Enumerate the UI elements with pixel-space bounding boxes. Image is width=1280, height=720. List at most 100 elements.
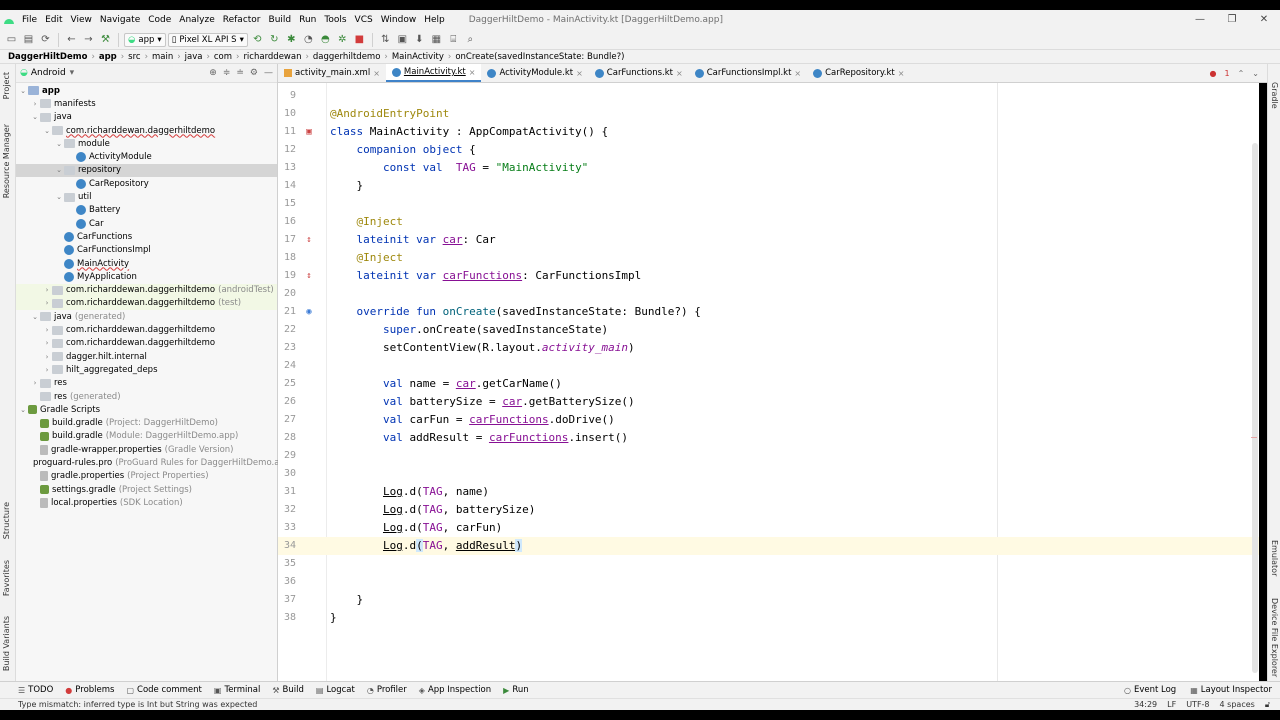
tree-item[interactable]: ⌄ repository — [16, 163, 277, 178]
gutter-marker-icon[interactable]: ↕ — [304, 235, 314, 245]
layout-inspector-icon[interactable]: ⌸ — [446, 32, 461, 47]
minimize-button[interactable]: — — [1184, 10, 1216, 30]
code-line[interactable]: 10 @AndroidEntryPoint — [278, 105, 1259, 123]
gutter-marker-icon[interactable]: ▣ — [304, 127, 314, 137]
project-tool-button[interactable]: Project — [2, 72, 11, 99]
tool-layout-inspector[interactable]: ▦ Layout Inspector — [1190, 685, 1272, 695]
tree-item[interactable]: ⌄ module — [16, 137, 277, 150]
code-line[interactable]: 24 — [278, 357, 1259, 375]
chevron-icon[interactable]: ⌄ — [18, 87, 28, 95]
breadcrumb-item[interactable]: java — [183, 52, 205, 62]
close-button[interactable]: ✕ — [1248, 10, 1280, 30]
breadcrumb-item[interactable]: main — [150, 52, 175, 62]
menu-refactor[interactable]: Refactor — [219, 10, 265, 30]
device-file-explorer-tool-button[interactable]: Device File Explorer — [1270, 598, 1279, 677]
chevron-up-icon[interactable]: ⌃ — [1238, 69, 1245, 78]
maximize-button[interactable]: ❐ — [1216, 10, 1248, 30]
editor-scrollbar[interactable] — [1251, 83, 1259, 681]
tree-item[interactable]: › hilt_aggregated_deps — [16, 363, 277, 376]
tree-item[interactable]: Car — [16, 217, 277, 230]
sdk-manager-icon[interactable]: ⬇ — [412, 32, 427, 47]
tree-item[interactable]: › com.richarddewan.daggerhiltdemo — [16, 323, 277, 336]
tool-event-log[interactable]: ○ Event Log — [1124, 685, 1176, 695]
tab-activitymodule-kt[interactable]: ActivityModule.kt × — [481, 64, 588, 82]
tree-item[interactable]: ⌄ app — [16, 84, 277, 97]
code-line[interactable]: 33 Log.d(TAG, carFun) — [278, 519, 1259, 537]
tree-item[interactable]: gradle.properties (Project Properties) — [16, 470, 277, 483]
code-line[interactable]: 17 ↕ lateinit var car: Car — [278, 231, 1259, 249]
open-folder-icon[interactable]: ▭ — [4, 32, 19, 47]
tool-build[interactable]: ⚒ Build — [272, 685, 304, 695]
tree-item[interactable]: res (generated) — [16, 390, 277, 403]
tree-item[interactable]: › dagger.hilt.internal — [16, 350, 277, 363]
tool-terminal[interactable]: ▣ Terminal — [214, 685, 260, 695]
scrollbar-thumb[interactable] — [1252, 143, 1258, 673]
close-tab-icon[interactable]: × — [676, 69, 683, 78]
breadcrumb-item[interactable]: app — [97, 52, 119, 62]
line-separator[interactable]: LF — [1167, 700, 1176, 710]
menu-tools[interactable]: Tools — [320, 10, 350, 30]
tab-carfunctions-kt[interactable]: CarFunctions.kt × — [589, 64, 689, 82]
tool-app-inspection[interactable]: ◈ App Inspection — [419, 685, 491, 695]
tree-item[interactable]: ⌄ java — [16, 111, 277, 124]
project-structure-icon[interactable]: ▦ — [429, 32, 444, 47]
code-line[interactable]: 20 — [278, 285, 1259, 303]
chevron-icon[interactable]: ⌄ — [30, 313, 40, 321]
build-variants-tool-button[interactable]: Build Variants — [2, 616, 11, 671]
tree-item[interactable]: › manifests — [16, 97, 277, 110]
search-icon[interactable]: ⌕ — [463, 32, 478, 47]
chevron-icon[interactable]: ⌄ — [54, 140, 64, 148]
tree-item[interactable]: › com.richarddewan.daggerhiltdemo — [16, 337, 277, 350]
save-all-icon[interactable]: ▤ — [21, 32, 36, 47]
code-line[interactable]: 23 setContentView(R.layout.activity_main… — [278, 339, 1259, 357]
breadcrumb-item[interactable]: MainActivity — [390, 52, 446, 62]
breadcrumb-item[interactable]: DaggerHiltDemo — [6, 52, 89, 62]
tree-item[interactable]: build.gradle (Module: DaggerHiltDemo.app) — [16, 430, 277, 443]
tool-todo[interactable]: ☰ TODO — [18, 685, 53, 695]
status-message[interactable]: Type mismatch: inferred type is Int but … — [18, 700, 257, 709]
chevron-icon[interactable]: › — [42, 299, 52, 307]
breadcrumb-item[interactable]: onCreate(savedInstanceState: Bundle?) — [453, 52, 626, 62]
chevron-icon[interactable]: › — [42, 366, 52, 374]
tree-item[interactable]: ⌄ Gradle Scripts — [16, 403, 277, 416]
file-encoding[interactable]: UTF-8 — [1186, 700, 1209, 710]
chevron-icon[interactable]: ⌄ — [18, 406, 28, 414]
collapse-all-icon[interactable]: ≐ — [236, 68, 244, 78]
tab-activity-main-xml[interactable]: activity_main.xml × — [278, 64, 386, 82]
breadcrumb-item[interactable]: daggerhiltdemo — [311, 52, 383, 62]
close-tab-icon[interactable]: × — [794, 69, 801, 78]
code-line[interactable]: 26 val batterySize = car.getBatterySize(… — [278, 393, 1259, 411]
code-line[interactable]: 36 — [278, 573, 1259, 591]
coverage-icon[interactable]: ◓ — [318, 32, 333, 47]
code-line[interactable]: 19 ↕ lateinit var carFunctions: CarFuncti… — [278, 267, 1259, 285]
menu-file[interactable]: File — [18, 10, 41, 30]
code-line[interactable]: 31 Log.d(TAG, name) — [278, 483, 1259, 501]
code-line[interactable]: 37 } — [278, 591, 1259, 609]
tool-logcat[interactable]: ▤ Logcat — [316, 685, 355, 695]
breadcrumb-item[interactable]: src — [126, 52, 142, 62]
chevron-icon[interactable]: › — [42, 353, 52, 361]
tree-item[interactable]: › res — [16, 377, 277, 390]
tree-item[interactable]: › com.richarddewan.daggerhiltdemo (test) — [16, 296, 277, 311]
avd-manager-icon[interactable]: ▣ — [395, 32, 410, 47]
run-rerun-icon[interactable]: ⟲ — [250, 32, 265, 47]
chevron-icon[interactable]: › — [30, 379, 40, 387]
debug-icon[interactable]: ✱ — [284, 32, 299, 47]
favorites-tool-button[interactable]: Favorites — [2, 560, 11, 596]
inspection-widget[interactable]: ● 1 ⌃ ⌄ — [1210, 64, 1259, 83]
code-line[interactable]: 38} — [278, 609, 1259, 627]
tree-item[interactable]: CarFunctions — [16, 230, 277, 243]
error-stripe-marker[interactable] — [1251, 437, 1257, 438]
chevron-down-icon[interactable]: ▾ — [70, 68, 75, 78]
menu-code[interactable]: Code — [144, 10, 175, 30]
code-line[interactable]: 21 ◉ override fun onCreate(savedInstanceS… — [278, 303, 1259, 321]
menu-navigate[interactable]: Navigate — [96, 10, 144, 30]
tree-item[interactable]: ⌄ util — [16, 190, 277, 203]
code-line[interactable]: 27 val carFun = carFunctions.doDrive() — [278, 411, 1259, 429]
apply-changes-icon[interactable]: ↻ — [267, 32, 282, 47]
run-config-combo[interactable]: ◒ app ▾ — [124, 32, 166, 47]
tab-mainactivity-kt[interactable]: MainActivity.kt × — [385, 64, 482, 82]
menu-help[interactable]: Help — [420, 10, 449, 30]
resource-manager-tool-button[interactable]: Resource Manager — [2, 124, 11, 198]
device-combo[interactable]: ▯ Pixel XL API S ▾ — [167, 32, 248, 47]
